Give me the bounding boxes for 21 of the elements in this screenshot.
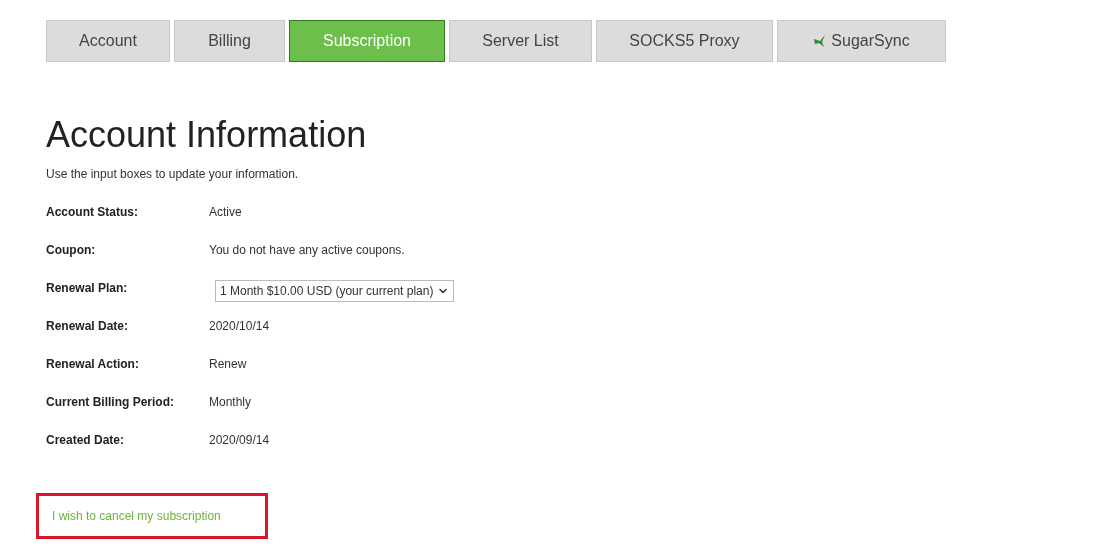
- field-label: Created Date:: [46, 432, 126, 449]
- field-label: Coupon:: [46, 242, 97, 259]
- field-value: 2020/09/14: [209, 432, 270, 449]
- field-label: Renewal Date:: [46, 318, 130, 335]
- field-label: Renewal Action:: [46, 356, 140, 373]
- tab[interactable]: SOCKS5 Proxy: [596, 20, 773, 62]
- field-label: Current Billing Period:: [46, 394, 175, 411]
- tab[interactable]: Billing: [174, 20, 285, 62]
- field-label: Renewal Plan:: [46, 280, 129, 297]
- field-value: Active: [209, 204, 242, 221]
- field-value: Renew: [209, 356, 247, 373]
- field-value: You do not have any active coupons.: [209, 242, 405, 259]
- field-value: 2020/10/14: [209, 318, 270, 335]
- page-title: Account Information: [46, 115, 367, 155]
- tab[interactable]: Account: [46, 20, 170, 62]
- tab[interactable]: SugarSync: [777, 20, 946, 62]
- field-label: Account Status:: [46, 204, 139, 221]
- tab[interactable]: Server List: [449, 20, 592, 62]
- description: Use the input boxes to update your information.: [46, 166, 299, 183]
- field-value: Monthly: [209, 394, 252, 411]
- renewal-plan-select[interactable]: 1 Month $10.00 USD (your current plan): [215, 280, 455, 302]
